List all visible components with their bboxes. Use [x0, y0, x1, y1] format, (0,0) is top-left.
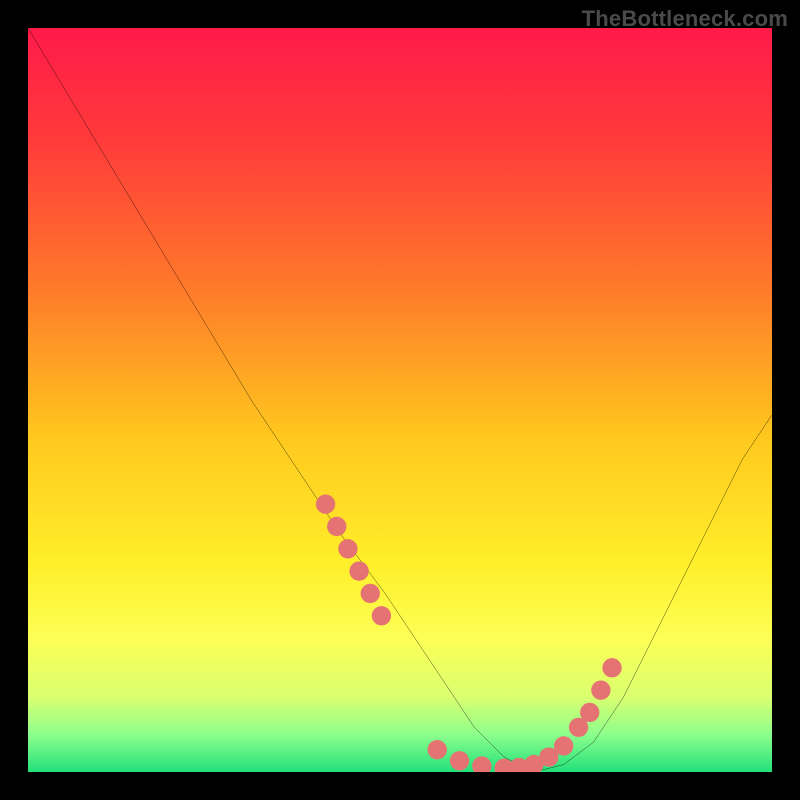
highlight-dots-left-point: [372, 606, 391, 625]
highlight-dots-bottom-point: [472, 756, 491, 772]
highlight-dots-bottom-point: [450, 751, 469, 770]
curve-layer: [28, 28, 772, 772]
highlight-dots-right-point: [602, 658, 621, 677]
highlight-dots-left-point: [349, 561, 368, 580]
highlight-dots-left-point: [338, 539, 357, 558]
highlight-dots-right-point: [580, 703, 599, 722]
highlight-dots-bottom-point: [428, 740, 447, 759]
highlight-dots-left-point: [361, 584, 380, 603]
bottleneck-curve: [28, 28, 772, 772]
highlight-dots-left-point: [327, 517, 346, 536]
plot-area: [28, 28, 772, 772]
highlight-dots-bottom-point: [554, 736, 573, 755]
highlight-dots-right-point: [591, 680, 610, 699]
highlight-dots-left-point: [316, 494, 335, 513]
chart-root: TheBottleneck.com: [0, 0, 800, 800]
watermark-text: TheBottleneck.com: [582, 6, 788, 32]
